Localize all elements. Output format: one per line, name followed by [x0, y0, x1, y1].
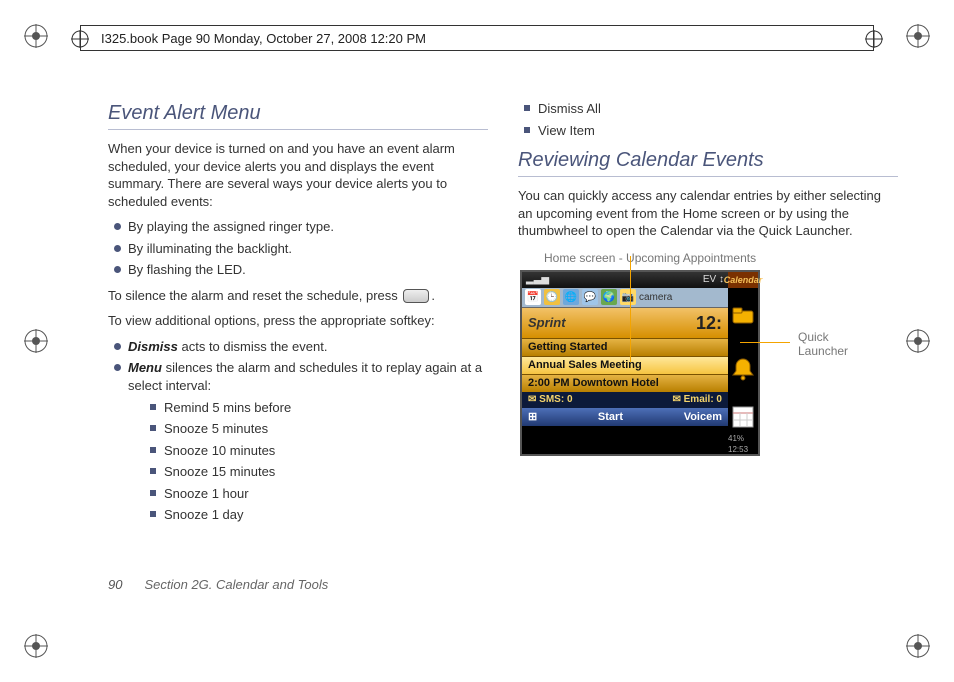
carrier-label: Sprint [528, 314, 566, 332]
globe-mini-icon: 🌍 [601, 289, 617, 305]
menu-view-item: View Item [524, 122, 898, 140]
page-footer: 90 Section 2G. Calendar and Tools [108, 577, 328, 592]
softkey-dismiss: Dismiss acts to dismiss the event. [114, 338, 488, 356]
register-mark-left-icon [71, 30, 89, 48]
folder-icon [728, 288, 758, 343]
calendar-page-icon [728, 398, 758, 436]
windows-key-icon: ⊞ [528, 410, 537, 425]
messaging-mini-icon: 💬 [582, 289, 598, 305]
snooze-remind-5-before: Remind 5 mins before [150, 399, 488, 417]
device-titlebar: ▂▃▅ EV ↕ [522, 272, 728, 288]
snooze-15-min: Snooze 15 minutes [150, 463, 488, 481]
page-number: 90 [108, 577, 122, 592]
device-status-row: ✉ SMS: 0 ✉ Email: 0 [522, 392, 728, 408]
running-header-text: I325.book Page 90 Monday, October 27, 20… [81, 31, 426, 46]
email-count: Email: 0 [684, 394, 722, 405]
options-paragraph: To view additional options, press the ap… [108, 312, 488, 330]
cropmark-top-left-icon [22, 22, 50, 50]
alert-method-backlight: By illuminating the backlight. [114, 240, 488, 258]
cropmark-top-right-icon [904, 22, 932, 50]
snooze-1-hour: Snooze 1 hour [150, 485, 488, 503]
snooze-10-min: Snooze 10 minutes [150, 442, 488, 460]
device-icon-row: 📅 🕒 🌐 💬 🌍 📷 camera [522, 288, 728, 308]
heading-reviewing-calendar-events: Reviewing Calendar Events [518, 147, 898, 177]
cropmark-bottom-left-icon [22, 632, 50, 660]
bell-icon [728, 343, 758, 398]
heading-event-alert-menu: Event Alert Menu [108, 100, 488, 130]
signal-icon: ▂▃▅ [526, 273, 549, 287]
envelope-icon-2: ✉ [672, 394, 680, 405]
row-annual-sales-meeting: Annual Sales Meeting [522, 356, 728, 374]
menu-dismiss-all: Dismiss All [524, 100, 898, 118]
device-sidebar: Calendar 41% 12:53 [728, 272, 758, 454]
register-mark-right-icon [865, 30, 883, 48]
ev-indicator: EV ↕ [703, 273, 724, 287]
clock-large: 12: [696, 311, 722, 335]
sidebar-calendar-label: Calendar [728, 272, 758, 288]
reviewing-paragraph: You can quickly access any calendar entr… [518, 187, 898, 240]
running-header: I325.book Page 90 Monday, October 27, 20… [80, 25, 874, 51]
device-softkey-row: ⊞ Start Voicem [522, 408, 728, 426]
left-column: Event Alert Menu When your device is tur… [108, 100, 488, 532]
device-screenshot: Quick Launcher ▂▃▅ EV ↕ 📅 🕒 🌐 [520, 270, 820, 456]
page-body: Event Alert Menu When your device is tur… [108, 100, 904, 592]
callout-home-screen: Home screen - Upcoming Appointments [544, 250, 898, 266]
snooze-1-day: Snooze 1 day [150, 506, 488, 524]
browser-mini-icon: 🌐 [563, 289, 579, 305]
intro-paragraph: When your device is turned on and you ha… [108, 140, 488, 210]
cropmark-mid-left-icon [22, 327, 50, 355]
callout-line-vertical [630, 256, 631, 362]
clock-mini-icon: 🕒 [544, 289, 560, 305]
row-downtown-hotel: 2:00 PM Downtown Hotel [522, 374, 728, 392]
battery-time: 41% 12:53 [728, 436, 758, 454]
device-frame: ▂▃▅ EV ↕ 📅 🕒 🌐 💬 🌍 📷 camera [520, 270, 760, 456]
section-title: Section 2G. Calendar and Tools [144, 577, 328, 592]
silence-paragraph: To silence the alarm and reset the sched… [108, 287, 488, 305]
softkey-voicemail: Voicem [684, 410, 722, 425]
alert-method-led: By flashing the LED. [114, 261, 488, 279]
ok-key-icon [403, 289, 429, 303]
callout-quick-launcher: Quick Launcher [798, 330, 848, 359]
row-getting-started: Getting Started [522, 338, 728, 356]
sms-count: SMS: 0 [539, 394, 572, 405]
snooze-5-min: Snooze 5 minutes [150, 420, 488, 438]
callout-line-horizontal [740, 342, 790, 343]
cropmark-mid-right-icon [904, 327, 932, 355]
envelope-icon: ✉ [528, 394, 536, 405]
camera-label: camera [639, 291, 672, 305]
cropmark-bottom-right-icon [904, 632, 932, 660]
calendar-mini-icon: 📅 [525, 289, 541, 305]
right-column: Dismiss All View Item Reviewing Calendar… [518, 100, 898, 532]
softkey-menu: Menu silences the alarm and schedules it… [114, 359, 488, 523]
device-banner: Sprint 12: [522, 308, 728, 338]
softkey-start: Start [598, 410, 623, 425]
alert-method-ringer: By playing the assigned ringer type. [114, 218, 488, 236]
camera-mini-icon: 📷 [620, 289, 636, 305]
